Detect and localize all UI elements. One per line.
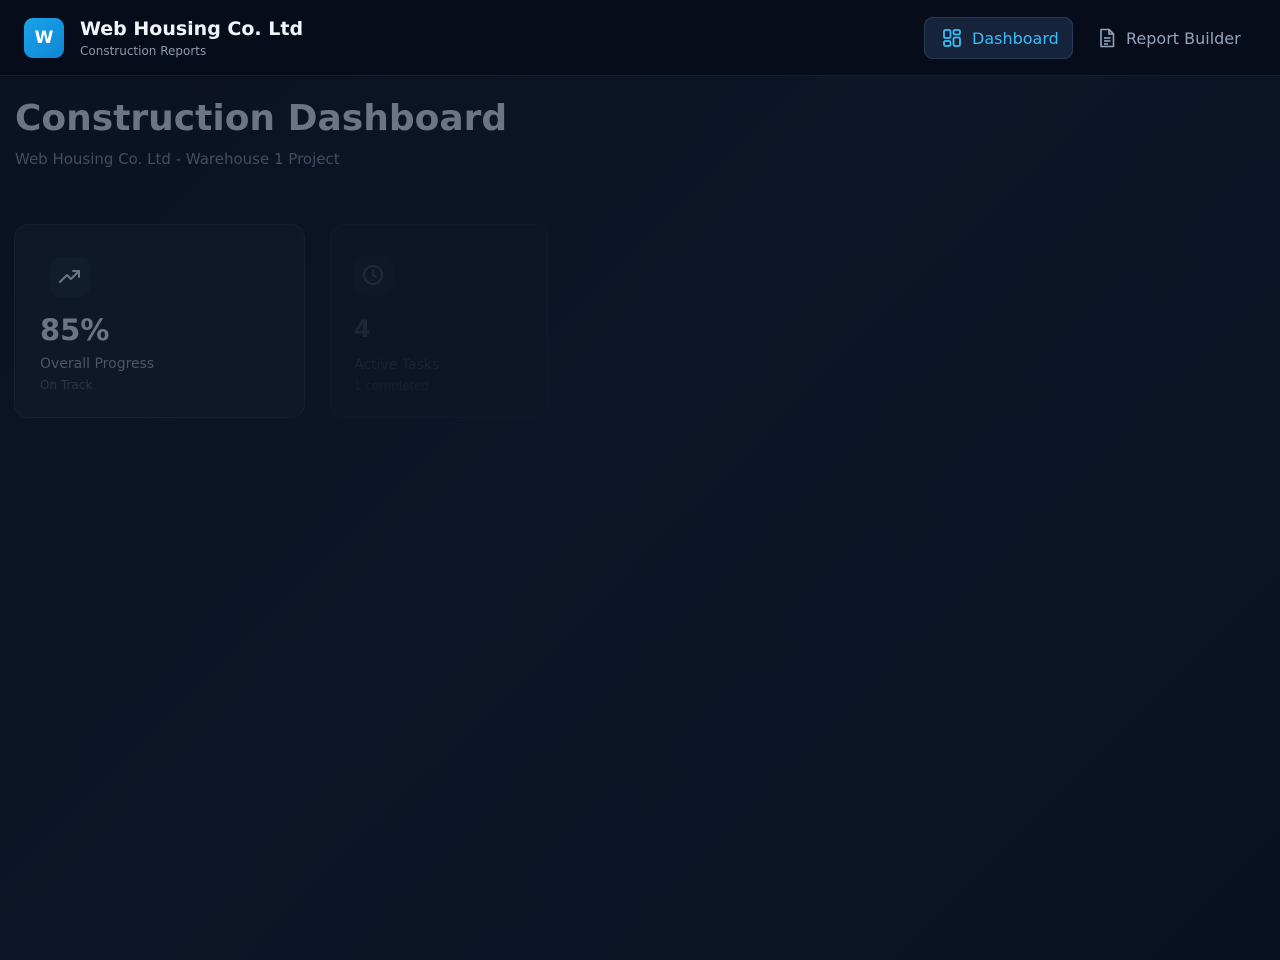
- trending-up-icon: [59, 270, 80, 283]
- clock-icon: [363, 265, 383, 285]
- logo[interactable]: W: [24, 18, 64, 58]
- document-icon: [1100, 28, 1115, 48]
- card-value: 85%: [40, 313, 110, 347]
- card-icon-box: [50, 257, 90, 297]
- nav-report-builder-button[interactable]: Report Builder: [1088, 17, 1258, 59]
- card-status: 1 completed: [354, 379, 430, 393]
- card-status: On Track: [40, 378, 93, 392]
- card-value: 4: [354, 315, 371, 343]
- card-label: Overall Progress: [40, 356, 155, 372]
- nav-dashboard-button[interactable]: Dashboard: [924, 17, 1073, 59]
- stat-card-active-tasks: 4 Active Tasks 1 completed: [330, 224, 548, 418]
- page-title: Construction Dashboard: [15, 98, 508, 139]
- page-subtitle: Web Housing Co. Ltd - Warehouse 1 Projec…: [15, 150, 340, 168]
- grid-icon: [943, 29, 961, 47]
- stat-card-overall-progress: 85% Overall Progress On Track: [14, 224, 305, 418]
- card-icon-box: [353, 255, 393, 295]
- brand-subtitle: Construction Reports: [80, 44, 207, 58]
- top-bar: W Web Housing Co. Ltd Construction Repor…: [0, 0, 1280, 76]
- nav-dashboard-label: Dashboard: [972, 28, 1059, 48]
- brand-name: Web Housing Co. Ltd: [80, 18, 304, 40]
- nav-report-builder-label: Report Builder: [1126, 28, 1241, 48]
- card-label: Active Tasks: [354, 357, 440, 373]
